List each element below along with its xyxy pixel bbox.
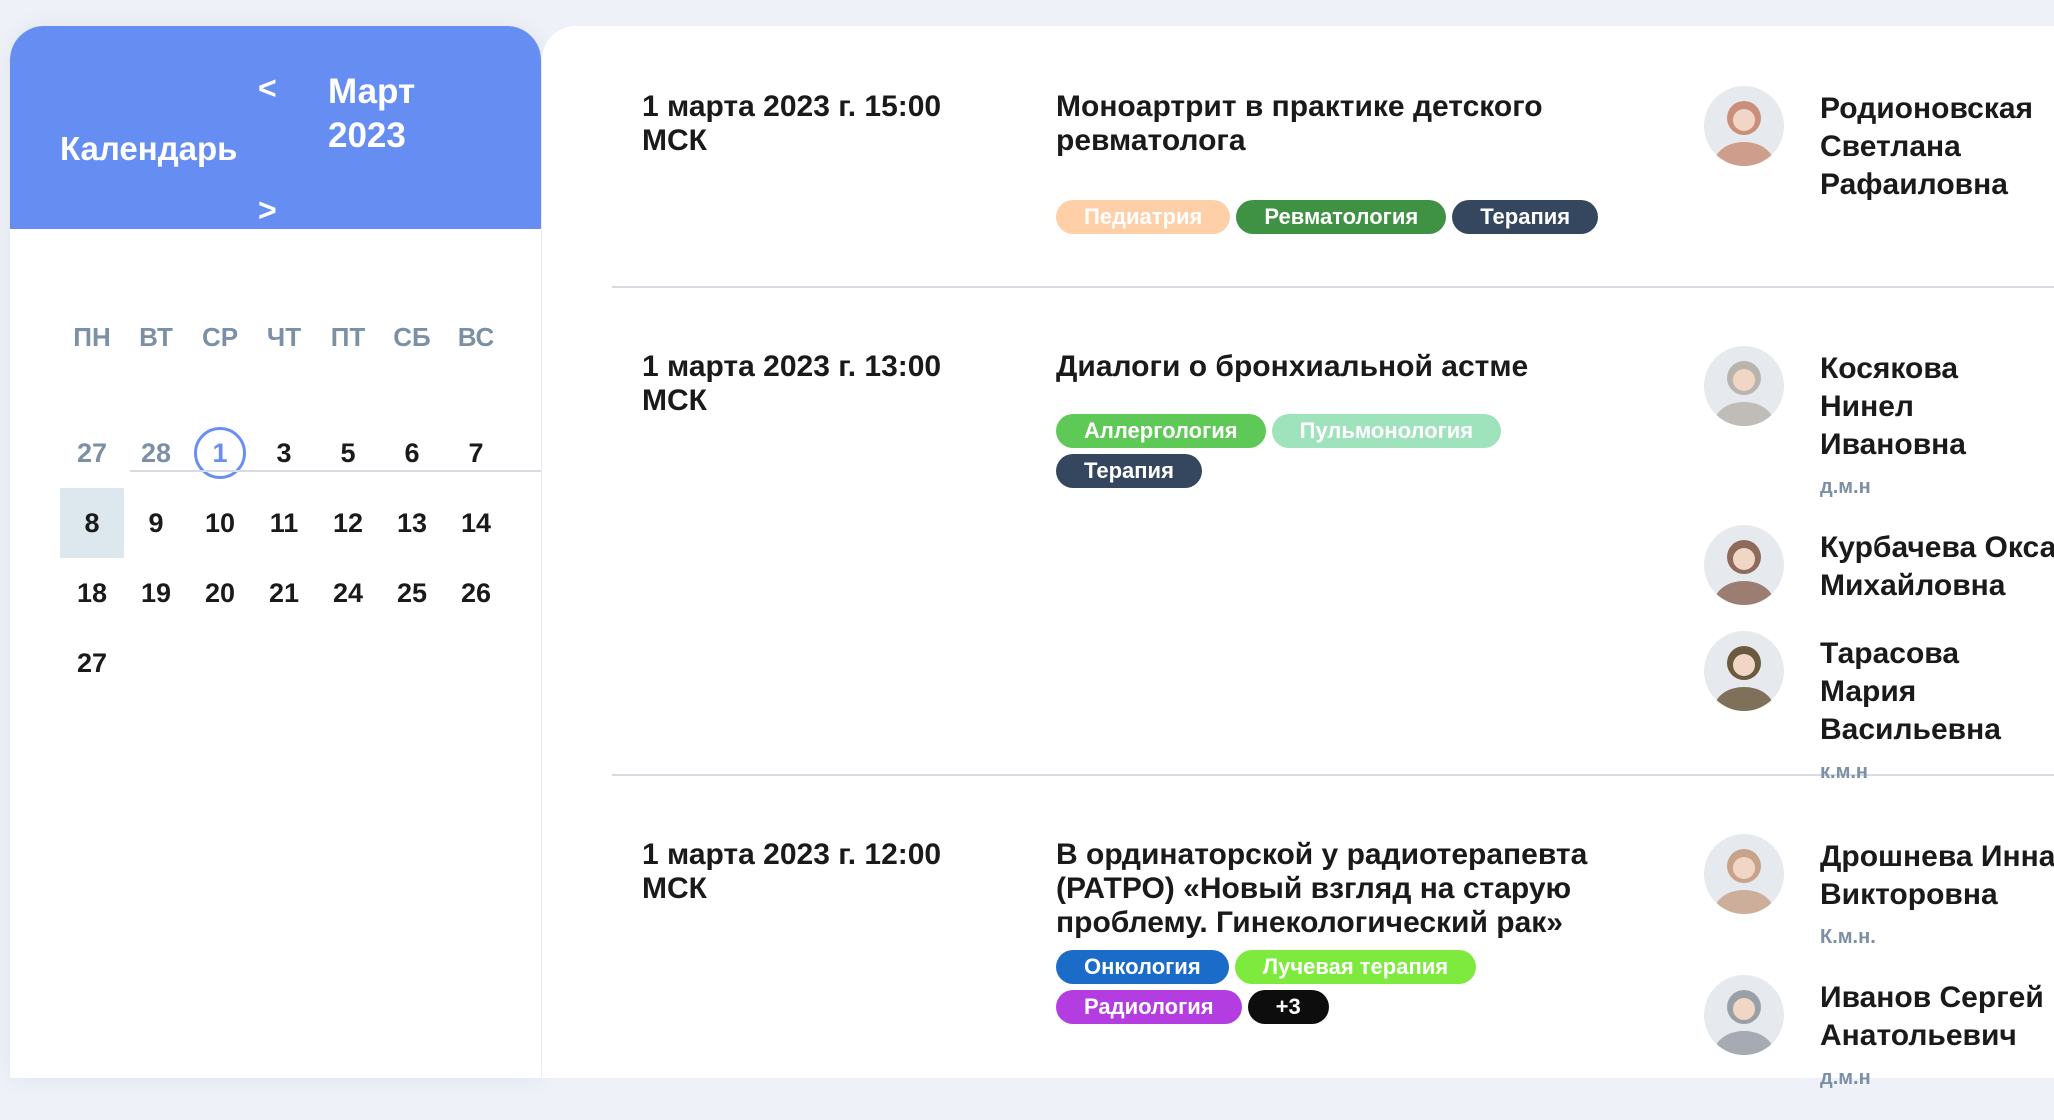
speaker: Иванов Сергей Анатольевич д.м.н [1704,975,2054,1090]
calendar-day[interactable]: 27 [60,418,124,488]
calendar-day-number: 11 [269,507,299,538]
calendar-day-number: 8 [84,507,100,538]
calendar-title: Календарь [60,130,238,167]
event-date: 1 марта 2023 г. 15:00 МСК [642,90,942,157]
calendar-day[interactable]: 27 [60,628,124,698]
speaker: Косякова Нинел Ивановна д.м.н [1704,346,2054,499]
event-title-link[interactable]: В ординаторской у радиотерапевта (РАТРО)… [1056,838,1616,940]
speaker-name[interactable]: Тарасова Мария Васильевна [1820,635,2054,749]
year-name: 2023 [328,116,406,155]
speaker-name[interactable]: Дрошнева Инна Викторовна [1820,838,2054,914]
tag-chip[interactable]: Ревматология [1236,200,1447,234]
speaker-avatar[interactable] [1704,86,1784,166]
calendar-header: Календарь < Март 2023 > [10,26,541,229]
prev-month-button[interactable]: < [258,70,277,107]
weekday-label: ВС [457,322,495,352]
weekday-header: ПН ВТ СР ЧТ ПТ СБ ВС [60,322,508,353]
event-title-link[interactable]: Моноартрит в практике детского ревматоло… [1056,90,1616,158]
calendar-day-number: 13 [396,507,428,538]
calendar-day[interactable]: 31 [130,418,541,470]
calendar-day[interactable]: 11 [252,488,316,558]
calendar-day[interactable]: 12 [316,488,380,558]
weekday-label: ПТ [330,322,366,352]
weekday-label: ПН [73,322,111,352]
calendar-day[interactable]: 18 [60,558,124,628]
calendar-day-number: 26 [460,577,492,608]
event-item: 1 марта 2023 г. 13:00 МСК Диалоги о бронх… [612,286,2054,783]
calendar-day-number: 21 [268,577,300,608]
month-label: Март 2023 [328,70,415,158]
speakers-list: Косякова Нинел Ивановна д.м.н Курбачева Ок… [1704,346,2054,814]
calendar-day-number: 20 [204,577,236,608]
speaker-name[interactable]: Иванов Сергей Анатольевич [1820,979,2054,1055]
speaker-degree: д.м.н [1820,1067,1871,1089]
tag-chip[interactable]: Лучевая терапия [1234,950,1477,984]
event-date: 1 марта 2023 г. 13:00 МСК [642,350,942,417]
speaker-name[interactable]: Родионовская Светлана Рафаиловна [1820,90,2054,204]
event-item: 1 марта 2023 г. 15:00 МСК Моноартрит в пр… [612,26,2054,288]
calendar-day[interactable]: 25 [380,558,444,628]
speaker-avatar[interactable] [1704,525,1784,605]
tag-chip[interactable]: Терапия [1452,200,1599,234]
weekday-label: ЧТ [266,322,302,352]
calendar-day-number: 27 [76,647,108,678]
event-date: 1 марта 2023 г. 12:00 МСК [642,838,942,905]
speaker-avatar[interactable] [1704,631,1784,711]
calendar-day-number: 18 [76,577,108,608]
month-name: Март [328,72,416,111]
event-tags: Онкология Лучевая терапия Радиология +3 [1056,950,1636,1024]
calendar-day[interactable]: 24 [316,558,380,628]
tag-chip[interactable]: Онкология [1056,950,1229,984]
speaker: Родионовская Светлана Рафаиловна [1704,86,2054,204]
calendar-day-number: 12 [332,507,364,538]
calendar-day-number: 9 [148,507,164,538]
speaker-degree: К.м.н. [1820,926,1876,948]
calendar-day-number: 14 [460,507,492,538]
speaker: Курбачева Окса Михайловна [1704,525,2054,605]
calendar-panel: Календарь < Март 2023 > ПН ВТ СР ЧТ ПТ СБ ВС 2… [10,26,541,1078]
calendar-day[interactable]: 8 [60,488,124,558]
calendar-day-number: 24 [332,577,364,608]
tag-chip[interactable]: Аллергология [1056,414,1266,448]
speaker-degree: д.м.н [1820,476,1871,498]
event-tags: Педиатрия Ревматология Терапия [1056,200,1636,234]
speakers-list: Родионовская Светлана Рафаиловна [1704,86,2054,234]
tag-chip[interactable]: Педиатрия [1056,200,1231,234]
calendar-day[interactable]: 19 [124,558,188,628]
speaker-avatar[interactable] [1704,834,1784,914]
tag-chip[interactable]: +3 [1247,990,1329,1024]
speaker-avatar[interactable] [1704,975,1784,1055]
calendar-day[interactable]: 13 [380,488,444,558]
speaker: Тарасова Мария Васильевна к.м.н [1704,631,2054,784]
speaker-avatar[interactable] [1704,346,1784,426]
event-item: 1 марта 2023 г. 12:00 МСК В ординаторской… [612,774,2054,1094]
calendar-day[interactable]: 14 [444,488,508,558]
calendar-day[interactable]: 26 [444,558,508,628]
speaker: Дрошнева Инна Викторовна К.м.н. [1704,834,2054,949]
days-grid: 2728123456789101112131415161718192021222… [60,418,541,698]
tag-chip[interactable]: Пульмонология [1271,414,1502,448]
tag-chip[interactable]: Терапия [1056,454,1202,488]
calendar-day-number: 19 [140,577,172,608]
calendar-day[interactable]: 10 [188,488,252,558]
calendar-day[interactable]: 21 [252,558,316,628]
speaker-name[interactable]: Курбачева Окса Михайловна [1820,529,2054,605]
calendar-day[interactable]: 9 [124,488,188,558]
event-list: 1 марта 2023 г. 15:00 МСК Моноартрит в пр… [542,26,2054,1089]
speaker-name[interactable]: Косякова Нинел Ивановна [1820,350,2054,464]
weekday-label: СБ [393,322,431,352]
event-title-link[interactable]: Диалоги о бронхиальной астме [1056,350,1616,384]
event-tags: Аллергология Пульмонология Терапия [1056,414,1636,488]
next-month-button[interactable]: > [258,192,277,229]
calendar-day[interactable]: 20 [188,558,252,628]
calendar-day-number: 27 [76,437,108,468]
weekday-label: ВТ [139,322,173,352]
calendar-day-number: 25 [396,577,428,608]
tag-chip[interactable]: Радиология [1056,990,1242,1024]
calendar-day-number: 10 [204,507,236,538]
weekday-label: СР [201,322,239,352]
